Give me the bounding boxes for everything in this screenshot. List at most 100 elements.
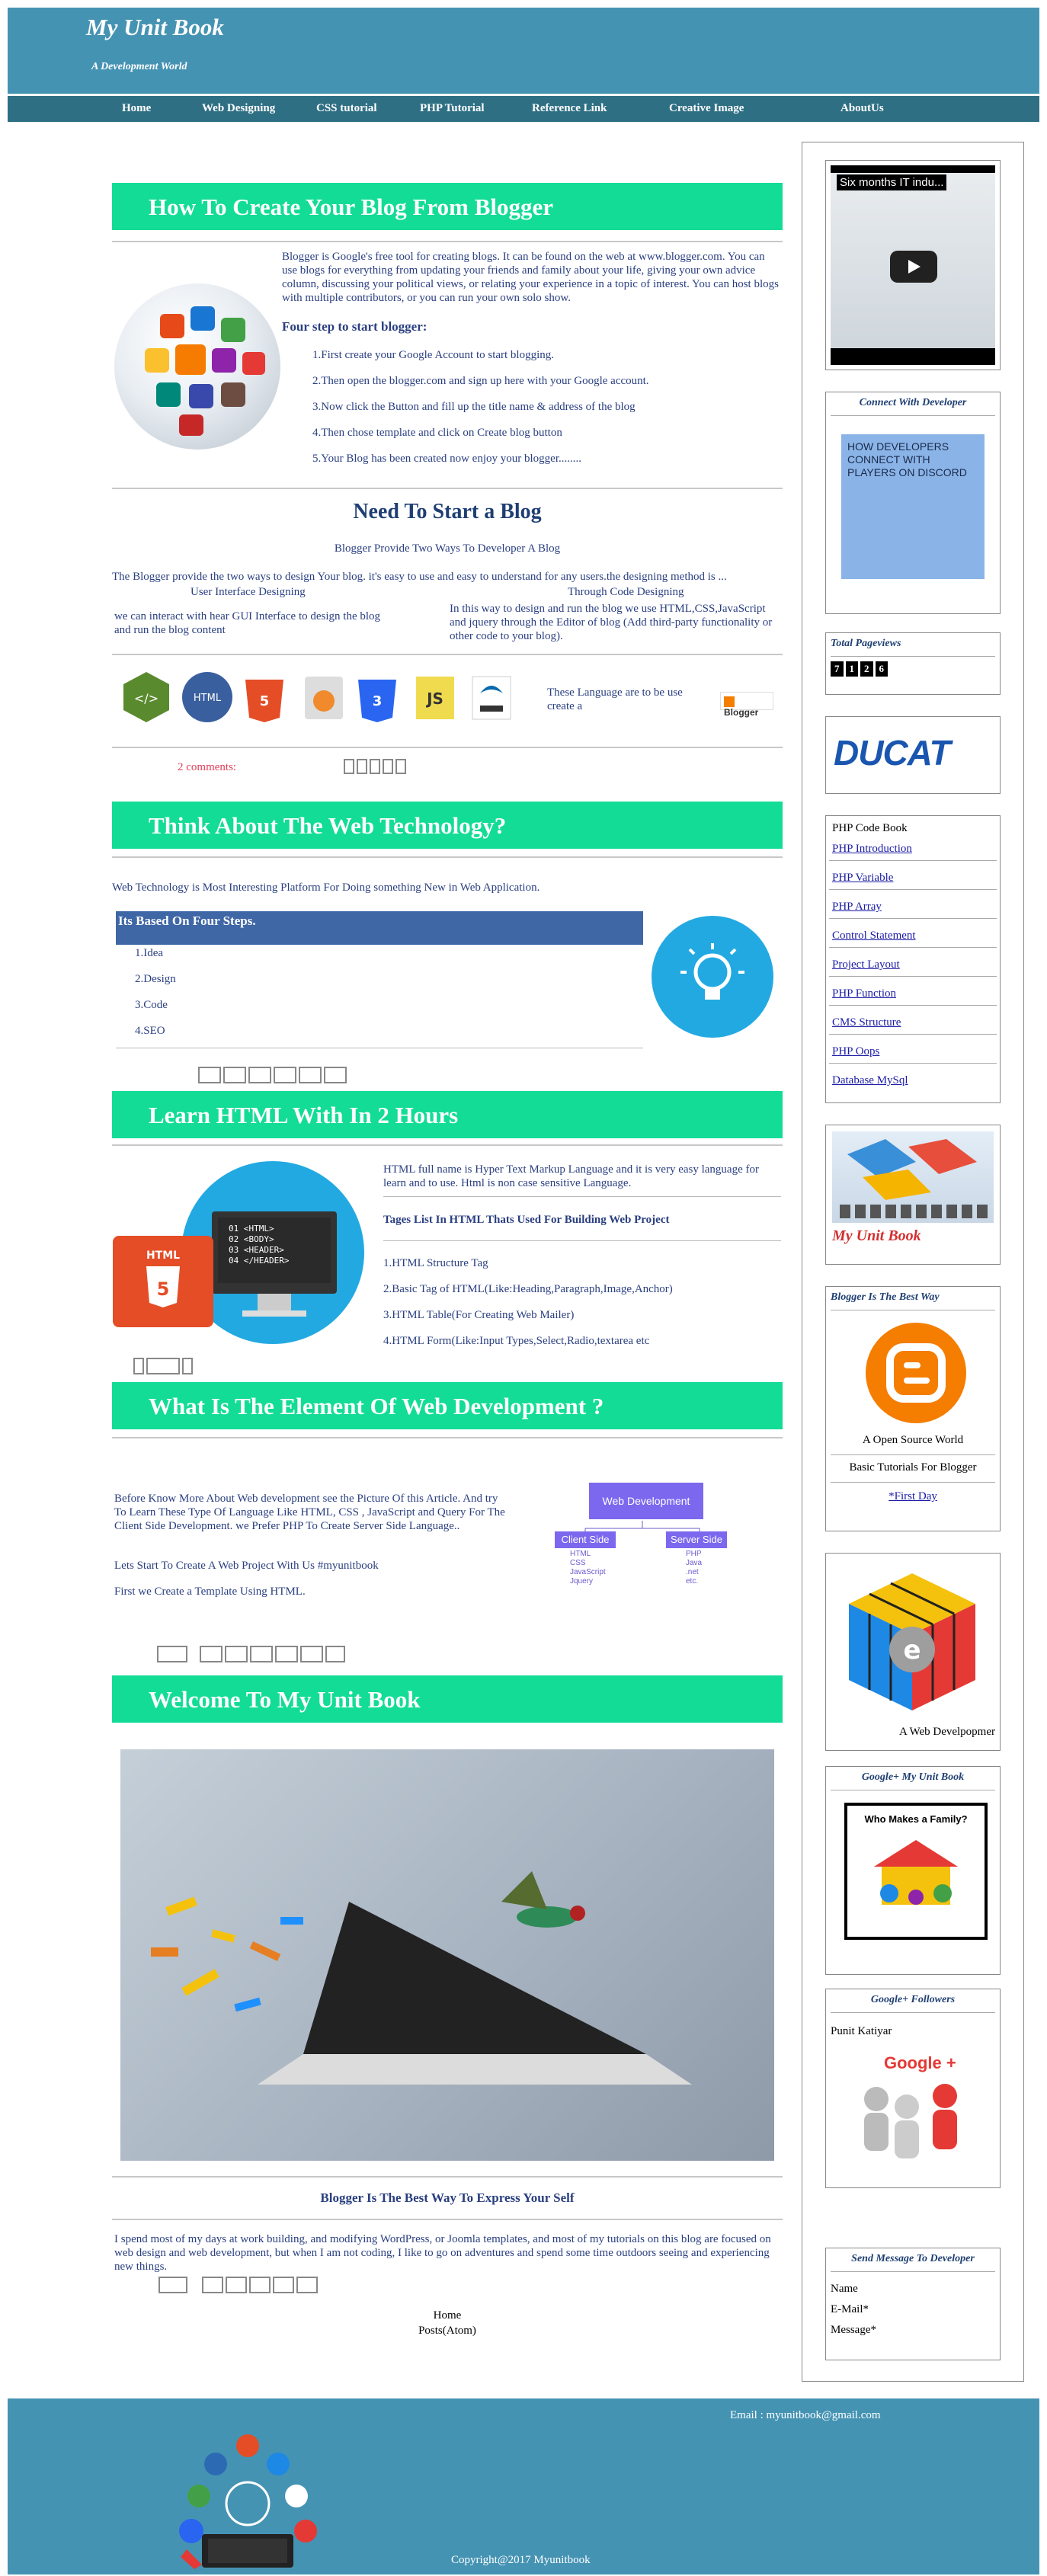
- counter-digit: 1: [845, 661, 858, 677]
- lightbulb-icon: [652, 916, 773, 1038]
- divider: [112, 654, 783, 655]
- share-button[interactable]: [200, 1646, 223, 1662]
- divider: [383, 1240, 781, 1241]
- nav-reference-link[interactable]: Reference Link: [532, 102, 607, 115]
- share-button[interactable]: [225, 1646, 248, 1662]
- nav-css-tutorial[interactable]: CSS tutorial: [316, 102, 377, 115]
- share-button[interactable]: [158, 2277, 187, 2293]
- brand-banner-image[interactable]: [832, 1131, 994, 1223]
- share-button[interactable]: [182, 1358, 193, 1374]
- widget-title: Connect With Developer: [859, 397, 967, 408]
- share-button[interactable]: [325, 1646, 345, 1662]
- share-button[interactable]: [344, 759, 354, 774]
- divider: [112, 2219, 783, 2220]
- post-title[interactable]: Think About The Web Technology?: [112, 802, 783, 849]
- divider: [112, 856, 783, 858]
- list-item: 2.Design: [135, 973, 176, 985]
- share-button[interactable]: [202, 2277, 223, 2293]
- share-button[interactable]: [198, 1067, 221, 1083]
- php-link[interactable]: Project Layout: [829, 948, 997, 977]
- contact-message-label[interactable]: Message*: [831, 2324, 995, 2337]
- share-buttons: [202, 2277, 318, 2293]
- home-link[interactable]: Home: [112, 2309, 783, 2322]
- diagram-item: Jquery: [570, 1577, 594, 1586]
- diagram-item: JavaScript: [570, 1568, 606, 1576]
- section-subheading: Blogger Provide Two Ways To Developer A …: [334, 542, 561, 555]
- code-line: 02 <BODY>: [229, 1234, 274, 1244]
- divider: [112, 2176, 783, 2178]
- php-link[interactable]: PHP Introduction: [829, 838, 997, 861]
- rubiks-cube-image[interactable]: e: [831, 1558, 994, 1726]
- contact-email-label[interactable]: E-Mail*: [831, 2303, 995, 2316]
- ducat-widget[interactable]: DUCAT: [825, 716, 1001, 794]
- followers-widget: Google+ Followers Punit Katiyar Google +: [825, 1989, 1001, 2188]
- share-button[interactable]: [146, 1358, 180, 1374]
- post-title[interactable]: Welcome To My Unit Book: [112, 1675, 783, 1723]
- share-button[interactable]: [133, 1358, 144, 1374]
- contact-name-label[interactable]: Name: [831, 2283, 995, 2296]
- nav-php-tutorial[interactable]: PHP Tutorial: [420, 102, 485, 115]
- post-title[interactable]: How To Create Your Blog From Blogger: [112, 183, 783, 230]
- post-title[interactable]: Learn HTML With In 2 Hours: [112, 1091, 783, 1138]
- follower-name[interactable]: Punit Katiyar: [831, 2025, 995, 2038]
- widget-title: Google+ My Unit Book: [861, 1771, 965, 1783]
- copyright: Copyright@2017 Myunitbook: [451, 2554, 591, 2566]
- php-link[interactable]: PHP Array: [829, 890, 997, 919]
- share-button[interactable]: [324, 1067, 347, 1083]
- share-button[interactable]: [248, 1067, 271, 1083]
- gplus-page-card[interactable]: Who Makes a Family?: [844, 1803, 988, 1940]
- hummingbird-laptop-image: [120, 1749, 774, 2161]
- ducat-logo: DUCAT: [834, 733, 951, 773]
- widget-title: Google+ Followers: [870, 1994, 956, 2005]
- share-button[interactable]: [249, 2277, 271, 2293]
- brand-name: My Unit Book: [832, 1227, 921, 1244]
- atom-feed-link[interactable]: Posts(Atom): [112, 2324, 783, 2338]
- share-button[interactable]: [223, 1067, 246, 1083]
- php-link[interactable]: Database MySql: [829, 1064, 997, 1092]
- share-button[interactable]: [299, 1067, 322, 1083]
- video-player[interactable]: Six months IT indu...: [831, 165, 995, 365]
- divider: [112, 1144, 783, 1146]
- site-title[interactable]: My Unit Book: [86, 14, 224, 41]
- share-button[interactable]: [274, 1067, 296, 1083]
- pageview-counter: 7126: [831, 661, 995, 677]
- comments-link[interactable]: 2 comments:: [178, 760, 236, 774]
- share-button[interactable]: [296, 2277, 318, 2293]
- share-button[interactable]: [370, 759, 380, 774]
- diagram-item: CSS: [570, 1559, 586, 1567]
- php-link[interactable]: PHP Variable: [829, 861, 997, 890]
- share-button[interactable]: [275, 1646, 298, 1662]
- web-dev-diagram: Web Development Client Side Server Side …: [555, 1483, 730, 1597]
- share-button[interactable]: [226, 2277, 247, 2293]
- discord-article-image[interactable]: HOW DEVELOPERS CONNECT WITH PLAYERS ON D…: [841, 434, 985, 579]
- php-link[interactable]: CMS Structure: [829, 1006, 997, 1035]
- nav-aboutus[interactable]: AboutUs: [840, 102, 884, 115]
- share-button[interactable]: [383, 759, 393, 774]
- php-link[interactable]: PHP Function: [829, 977, 997, 1006]
- share-button[interactable]: [357, 759, 367, 774]
- list-item: 2.Basic Tag of HTML(Like:Heading,Paragra…: [383, 1283, 673, 1295]
- nav-web-designing[interactable]: Web Designing: [202, 102, 275, 115]
- widget-title: Send Message To Developer: [851, 2253, 975, 2264]
- diagram-item: Java: [686, 1559, 703, 1567]
- list-item: 5.Your Blog has been created now enjoy y…: [312, 453, 581, 465]
- share-button[interactable]: [157, 1646, 187, 1662]
- share-button[interactable]: [250, 1646, 273, 1662]
- share-button[interactable]: [300, 1646, 323, 1662]
- play-icon[interactable]: [890, 251, 937, 283]
- share-button[interactable]: [273, 2277, 294, 2293]
- main-nav: Home Web Designing CSS tutorial PHP Tuto…: [8, 96, 1039, 122]
- nav-home[interactable]: Home: [122, 102, 151, 115]
- svg-text:JS: JS: [425, 690, 443, 708]
- nav-creative-image[interactable]: Creative Image: [669, 102, 744, 115]
- share-button[interactable]: [395, 759, 406, 774]
- first-day-link[interactable]: *First Day: [831, 1490, 995, 1503]
- post-title[interactable]: What Is The Element Of Web Development ?: [112, 1382, 783, 1429]
- php-link[interactable]: Control Statement: [829, 919, 997, 948]
- list-item: 3.Now click the Button and fill up the t…: [312, 401, 636, 413]
- card-title: Who Makes a Family?: [864, 1813, 968, 1825]
- language-note: These Language are to be use create a: [547, 686, 683, 712]
- footer-email[interactable]: Email : myunitbook@gmail.com: [730, 2409, 881, 2422]
- counter-digit: 7: [831, 661, 844, 677]
- php-link[interactable]: PHP Oops: [829, 1035, 997, 1064]
